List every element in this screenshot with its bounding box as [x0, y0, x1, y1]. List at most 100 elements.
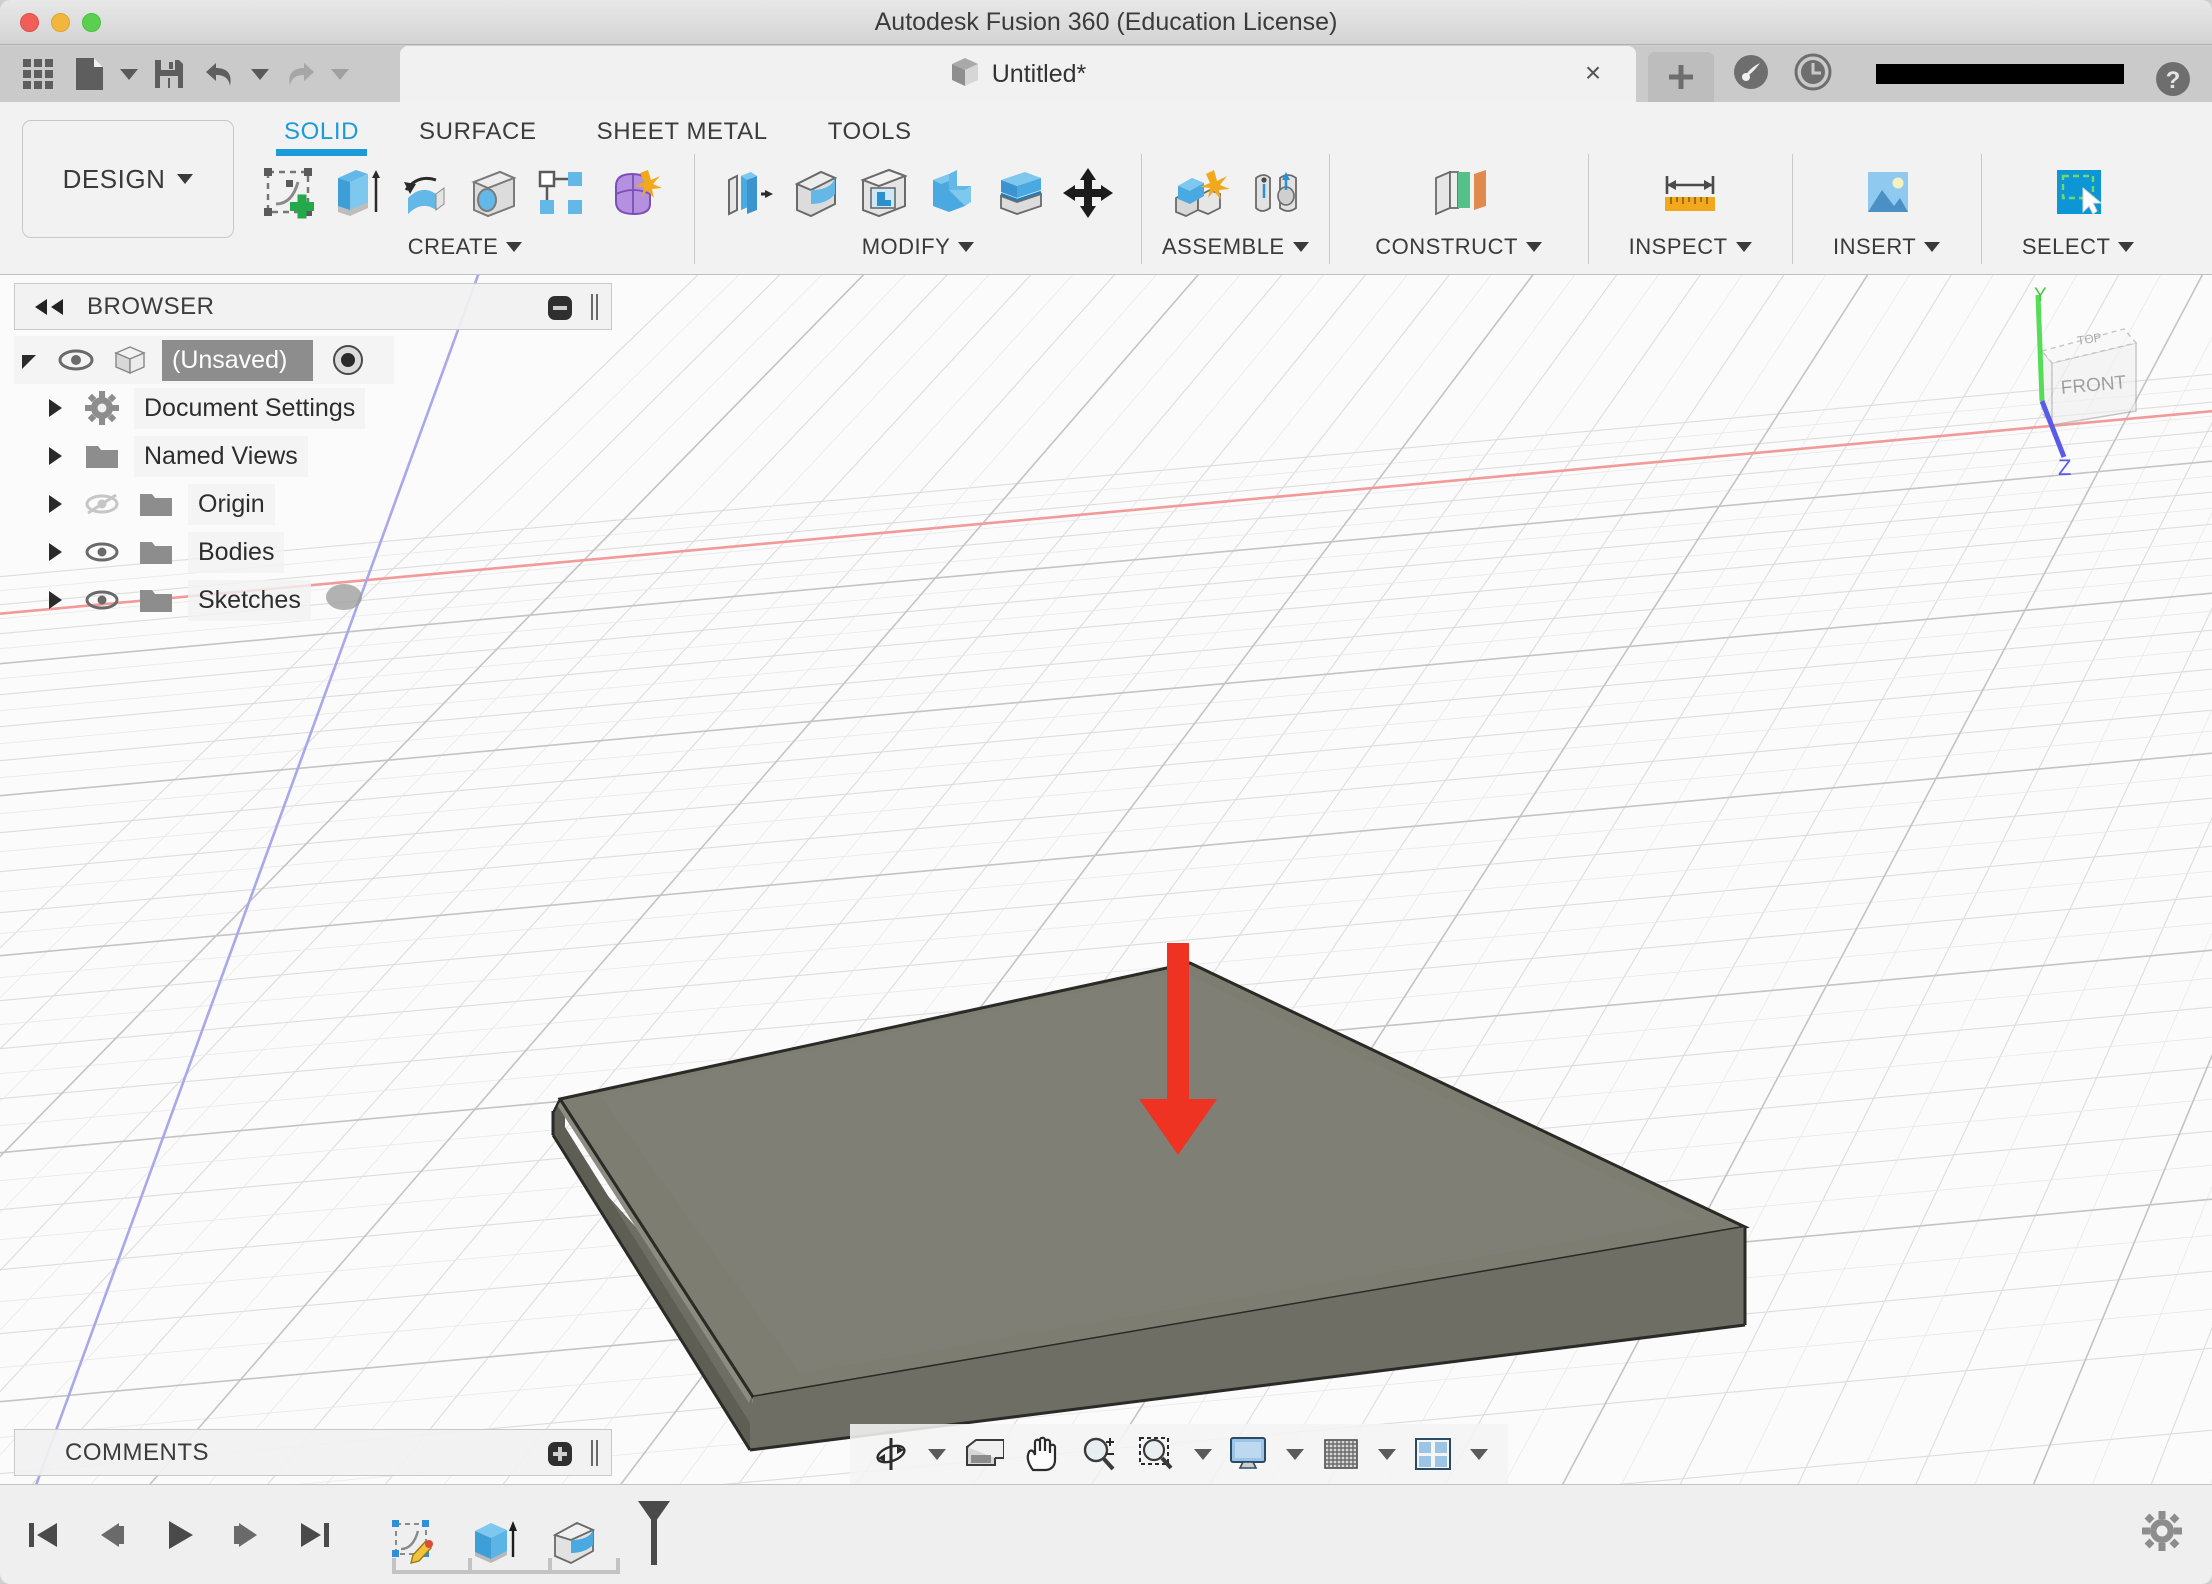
ribbon-group-modify-label[interactable]: MODIFY: [862, 234, 975, 260]
close-tab-icon[interactable]: ×: [1578, 59, 1608, 89]
undo-icon[interactable]: [196, 50, 244, 98]
ribbon-group-select-label[interactable]: SELECT: [2022, 234, 2135, 260]
new-component-icon[interactable]: [1162, 157, 1240, 229]
tree-node-sketches[interactable]: Sketches: [14, 576, 434, 624]
timeline-end-marker[interactable]: [634, 1499, 674, 1570]
tab-solid[interactable]: SOLID: [254, 112, 389, 156]
visibility-eye-icon[interactable]: [80, 589, 124, 611]
redo-icon[interactable]: [276, 50, 324, 98]
play-icon[interactable]: [154, 1507, 204, 1563]
grid-snaps-caret-icon[interactable]: [1372, 1426, 1402, 1482]
collapse-panel-icon[interactable]: [33, 297, 67, 317]
pan-icon[interactable]: [1014, 1426, 1068, 1482]
viewports-caret-icon[interactable]: [1464, 1426, 1494, 1482]
save-icon[interactable]: [145, 50, 193, 98]
ribbon-group-select: SELECT: [1996, 154, 2161, 260]
file-icon[interactable]: [65, 50, 113, 98]
panel-resize-grip[interactable]: [591, 294, 601, 320]
visibility-eye-icon[interactable]: [54, 349, 98, 371]
timeline-features: [384, 1499, 674, 1574]
tree-node-named-views[interactable]: Named Views: [14, 432, 434, 480]
component-cube-icon: [108, 344, 152, 376]
step-forward-icon[interactable]: [222, 1507, 272, 1563]
look-at-icon[interactable]: [956, 1426, 1010, 1482]
file-menu-caret-icon[interactable]: [116, 50, 142, 98]
expand-toggle-icon[interactable]: [14, 353, 44, 369]
help-icon[interactable]: ?: [2152, 58, 2194, 105]
ribbon-group-insert-label[interactable]: INSERT: [1833, 234, 1941, 260]
revolve-icon[interactable]: [392, 157, 458, 229]
display-settings-icon[interactable]: [1222, 1426, 1276, 1482]
tree-node-label: Named Views: [134, 435, 308, 477]
offset-plane-icon[interactable]: [1420, 157, 1498, 229]
select-window-icon[interactable]: [2039, 157, 2117, 229]
ribbon-group-assemble-label[interactable]: ASSEMBLE: [1162, 234, 1309, 260]
app-grid-icon[interactable]: [14, 50, 62, 98]
expand-toggle-icon[interactable]: [40, 447, 70, 465]
tree-node-label: Bodies: [188, 531, 285, 573]
tree-node-label: Document Settings: [134, 387, 366, 429]
expand-toggle-icon[interactable]: [40, 543, 70, 561]
document-tab[interactable]: Untitled* ×: [400, 46, 1636, 102]
create-sketch-icon[interactable]: [256, 157, 322, 229]
ribbon-group-inspect-label[interactable]: INSPECT: [1629, 234, 1752, 260]
tree-node-unsaved[interactable]: (Unsaved): [14, 336, 394, 384]
ribbon-group-create-label[interactable]: CREATE: [408, 234, 523, 260]
measure-icon[interactable]: [1651, 157, 1729, 229]
activate-component-radio[interactable]: [333, 345, 364, 375]
move-copy-icon[interactable]: [1055, 157, 1121, 229]
visibility-eye-icon[interactable]: [80, 541, 124, 563]
tree-node-bodies[interactable]: Bodies: [14, 528, 434, 576]
press-pull-icon[interactable]: [715, 157, 781, 229]
folder-icon: [134, 490, 178, 518]
tree-node-document-settings[interactable]: Document Settings: [14, 384, 434, 432]
combine-icon[interactable]: [919, 157, 985, 229]
zoom-icon[interactable]: [1072, 1426, 1126, 1482]
new-tab-button[interactable]: [1648, 52, 1714, 102]
extension-icon[interactable]: [1730, 51, 1772, 98]
fit-caret-icon[interactable]: [1188, 1426, 1218, 1482]
expand-toggle-icon[interactable]: [40, 495, 70, 513]
expand-toggle-icon[interactable]: [40, 399, 70, 417]
grid-snaps-icon[interactable]: [1314, 1426, 1368, 1482]
step-back-icon[interactable]: [86, 1507, 136, 1563]
zoom-window-icon[interactable]: [1130, 1426, 1184, 1482]
redo-menu-caret-icon[interactable]: [327, 50, 353, 98]
document-tab-strip: Untitled* × ?: [400, 46, 2212, 102]
tab-sheet-metal[interactable]: SHEET METAL: [567, 112, 798, 146]
panel-resize-grip[interactable]: [591, 1440, 601, 1466]
shell-icon[interactable]: [851, 157, 917, 229]
workspace-switcher[interactable]: DESIGN: [22, 120, 234, 238]
orbit-icon[interactable]: [864, 1426, 918, 1482]
fillet-icon[interactable]: [783, 157, 849, 229]
tree-node-origin[interactable]: Origin: [14, 480, 434, 528]
visibility-eye-off-icon[interactable]: [80, 492, 124, 516]
orbit-caret-icon[interactable]: [922, 1426, 952, 1482]
tab-surface[interactable]: SURFACE: [389, 112, 567, 146]
undo-menu-caret-icon[interactable]: [247, 50, 273, 98]
select-label: SELECT: [2021, 234, 2111, 259]
tab-tools[interactable]: TOOLS: [798, 112, 942, 146]
account-name-redacted[interactable]: [1876, 64, 2124, 84]
display-settings-caret-icon[interactable]: [1280, 1426, 1310, 1482]
ribbon-group-construct-label[interactable]: CONSTRUCT: [1375, 234, 1542, 260]
extrude-icon[interactable]: [324, 157, 390, 229]
split-face-icon[interactable]: [987, 157, 1053, 229]
chevron-down-icon: [506, 242, 523, 252]
joint-icon[interactable]: [1242, 157, 1308, 229]
folder-icon: [80, 442, 124, 470]
hole-icon[interactable]: [460, 157, 526, 229]
go-to-beginning-icon[interactable]: [18, 1507, 68, 1563]
form-icon[interactable]: [596, 157, 674, 229]
expand-toggle-icon[interactable]: [40, 591, 70, 609]
view-cube[interactable]: TOP FRONT Y Z: [2006, 285, 2206, 495]
clock-icon[interactable]: [1792, 51, 1834, 98]
go-to-end-icon[interactable]: [290, 1507, 340, 1563]
browser-tree: (Unsaved) Document Settings Named Views …: [14, 336, 434, 624]
rectangular-pattern-icon[interactable]: [528, 157, 594, 229]
viewports-icon[interactable]: [1406, 1426, 1460, 1482]
expand-comments-icon[interactable]: [547, 1441, 573, 1472]
timeline-settings-gear-icon[interactable]: [2142, 1511, 2182, 1556]
minimize-panel-icon[interactable]: [547, 295, 573, 326]
insert-image-icon[interactable]: [1848, 157, 1926, 229]
